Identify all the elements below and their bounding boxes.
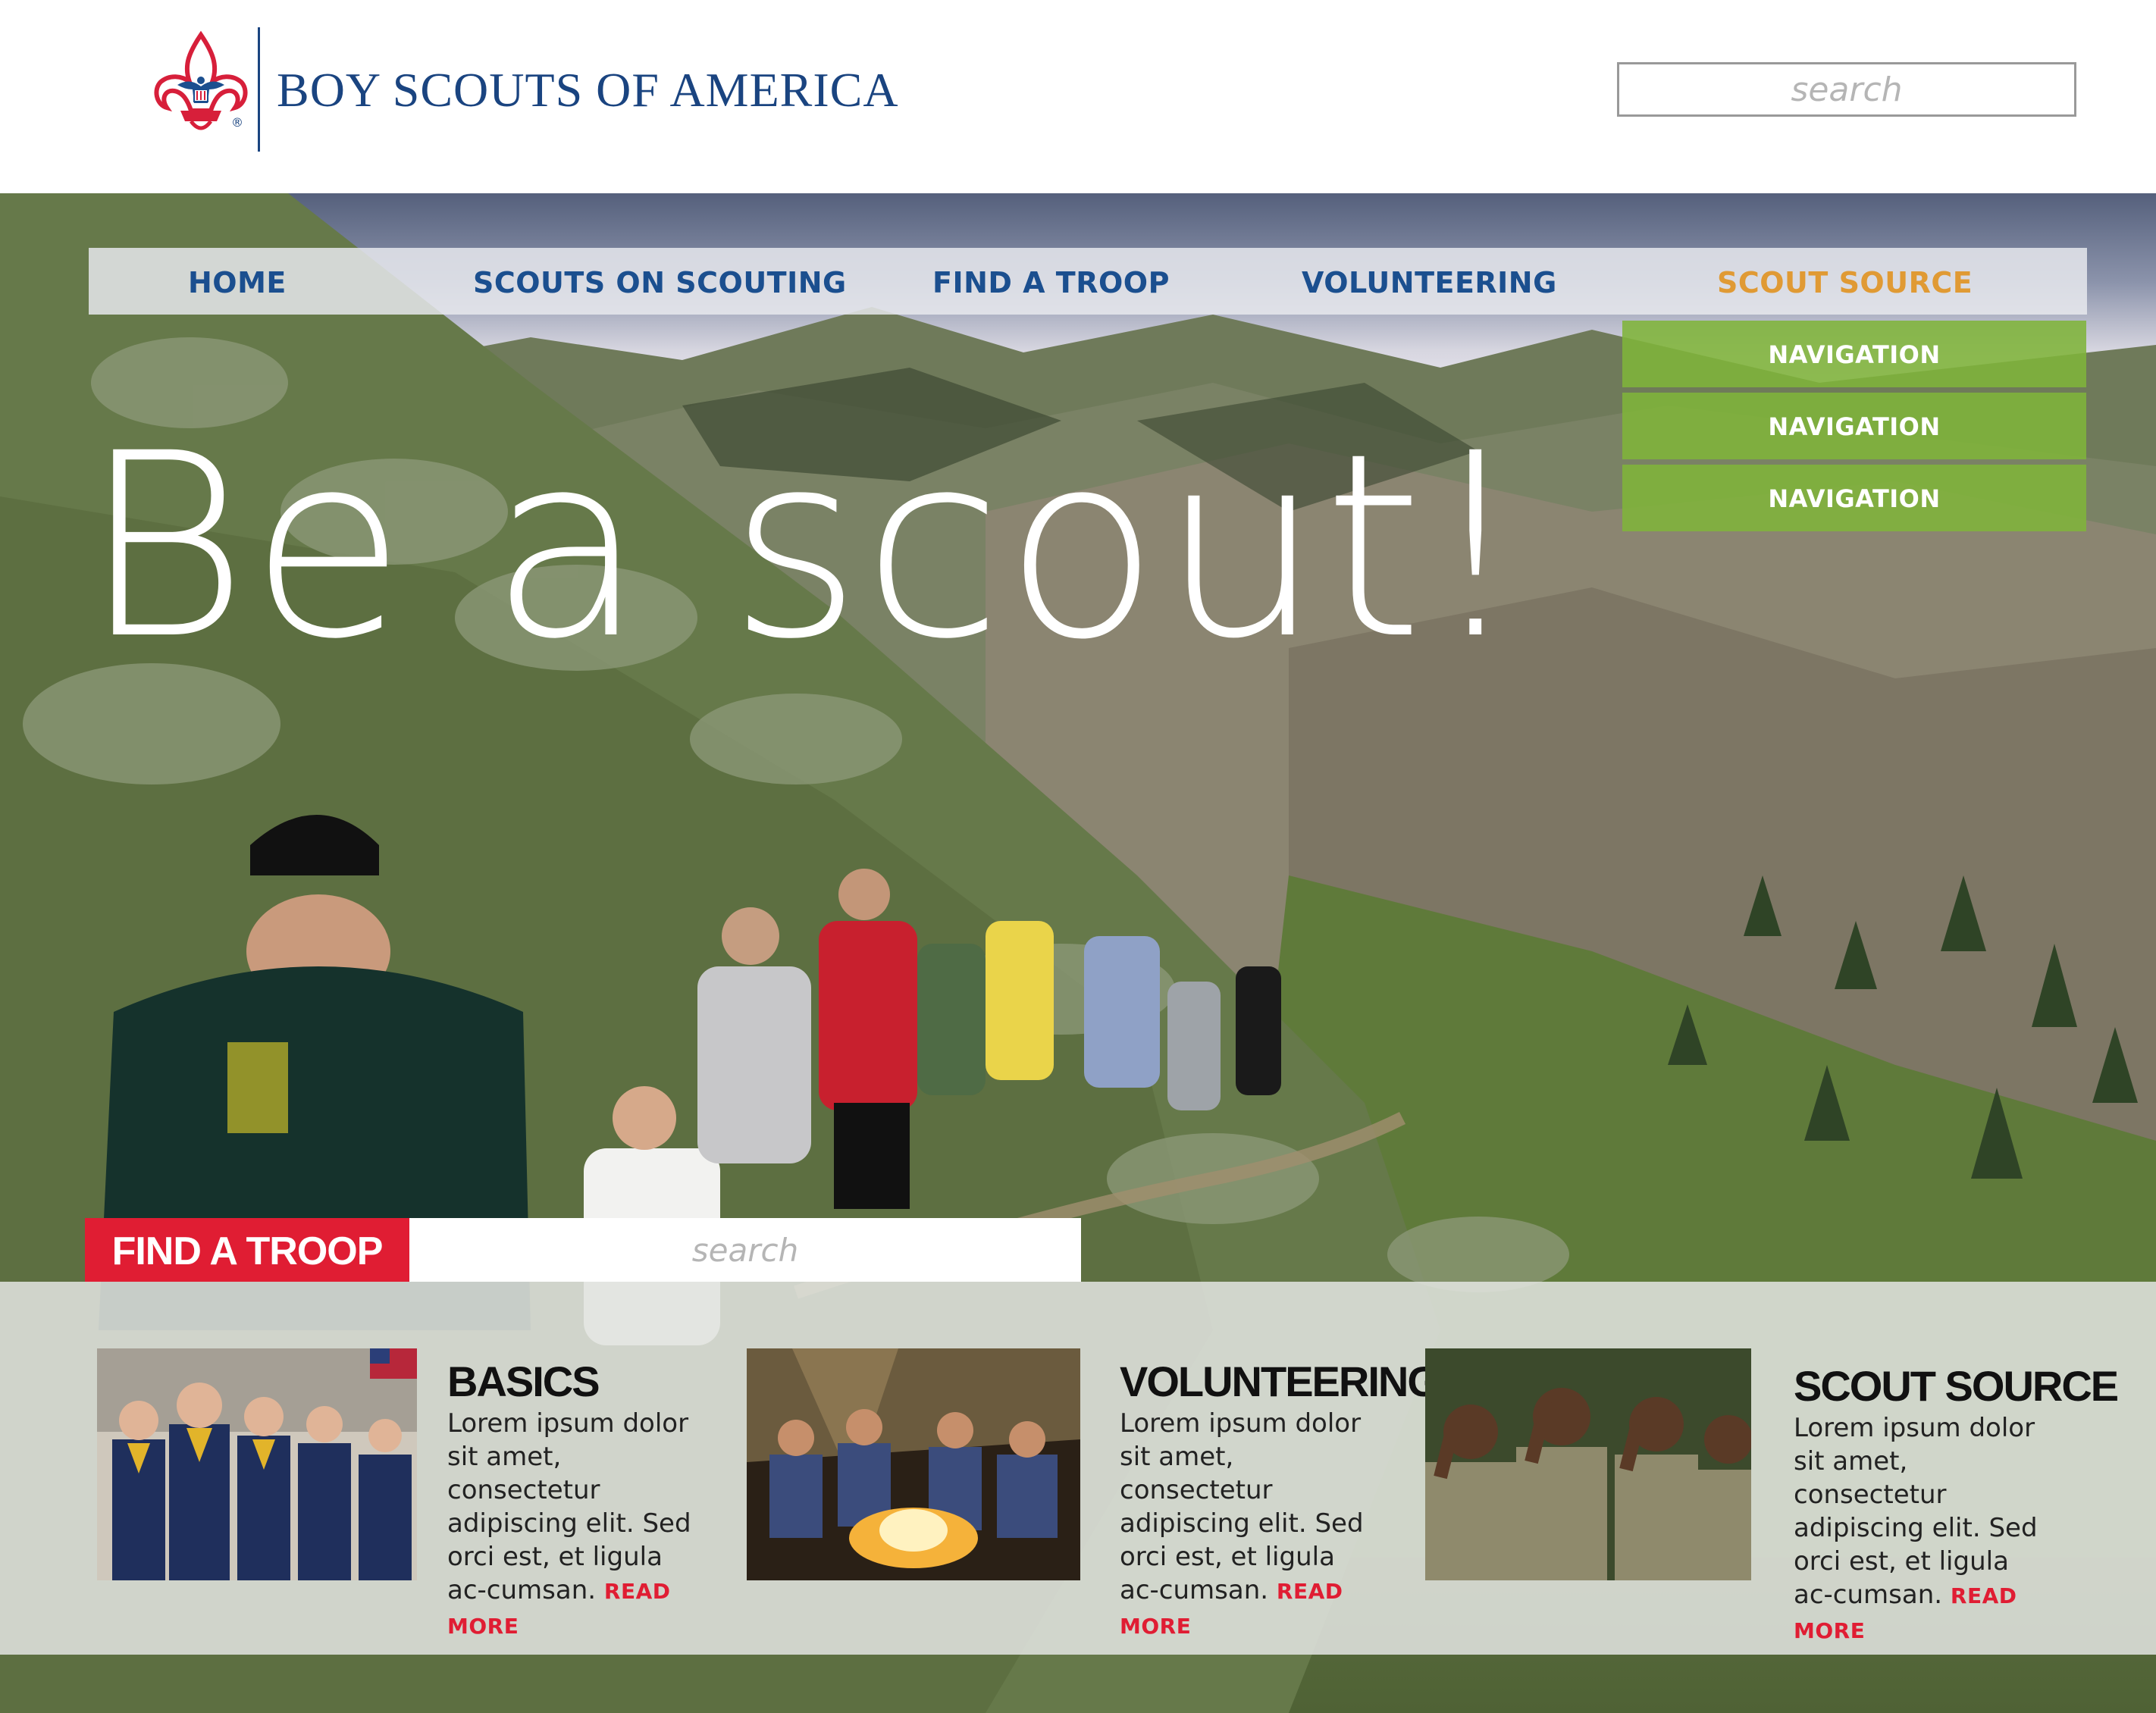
scout-source-card-body: Lorem ipsum dolor sit amet, consectetur …: [1794, 1411, 2051, 1648]
find-troop-label: FIND A TROOP: [85, 1218, 409, 1282]
dropdown-item-3[interactable]: NAVIGATION: [1622, 465, 2086, 531]
basics-card-image[interactable]: [97, 1348, 417, 1580]
find-troop-search-input[interactable]: [409, 1218, 1081, 1282]
scout-source-card-title[interactable]: SCOUT SOURCE: [1794, 1361, 2119, 1411]
dropdown-item-2[interactable]: NAVIGATION: [1622, 393, 2086, 459]
registered-mark: ®: [231, 115, 243, 130]
saluting-scouts-photo: [1425, 1348, 1751, 1580]
volunteering-card-image[interactable]: [747, 1348, 1080, 1580]
basics-card-title[interactable]: BASICS: [447, 1357, 600, 1406]
main-nav: HOME SCOUTS ON SCOUTING FIND A TROOP VOL…: [89, 248, 2087, 315]
nav-item-find-a-troop[interactable]: FIND A TROOP: [932, 248, 1170, 315]
volunteering-card-text: Lorem ipsum dolor sit amet, consectetur …: [1120, 1408, 1364, 1605]
cub-scouts-parade-photo: [97, 1348, 417, 1580]
hero-headline: Be a scout!: [82, 399, 1528, 695]
basics-card-text: Lorem ipsum dolor sit amet, consectetur …: [447, 1408, 691, 1605]
header-search-input[interactable]: [1617, 62, 2076, 117]
org-name[interactable]: BOY SCOUTS OF AMERICA: [277, 62, 899, 118]
logo-divider: [258, 27, 260, 152]
nav-item-volunteering[interactable]: VOLUNTEERING: [1302, 248, 1557, 315]
nav-item-scouts-on-scouting[interactable]: SCOUTS ON SCOUTING: [473, 248, 847, 315]
site-header: ® BOY SCOUTS OF AMERICA: [0, 0, 2156, 193]
nav-item-home[interactable]: HOME: [188, 248, 287, 315]
scout-source-card-image[interactable]: [1425, 1348, 1751, 1580]
volunteering-card-body: Lorem ipsum dolor sit amet, consectetur …: [1120, 1407, 1377, 1643]
dropdown-item-1[interactable]: NAVIGATION: [1622, 321, 2086, 387]
nav-item-scout-source[interactable]: SCOUT SOURCE: [1717, 248, 1973, 315]
volunteering-card-title[interactable]: VOLUNTEERING: [1120, 1357, 1440, 1406]
basics-card-body: Lorem ipsum dolor sit amet, consectetur …: [447, 1407, 705, 1643]
scout-source-card-text: Lorem ipsum dolor sit amet, consectetur …: [1794, 1413, 2038, 1610]
campfire-photo: [747, 1348, 1080, 1580]
